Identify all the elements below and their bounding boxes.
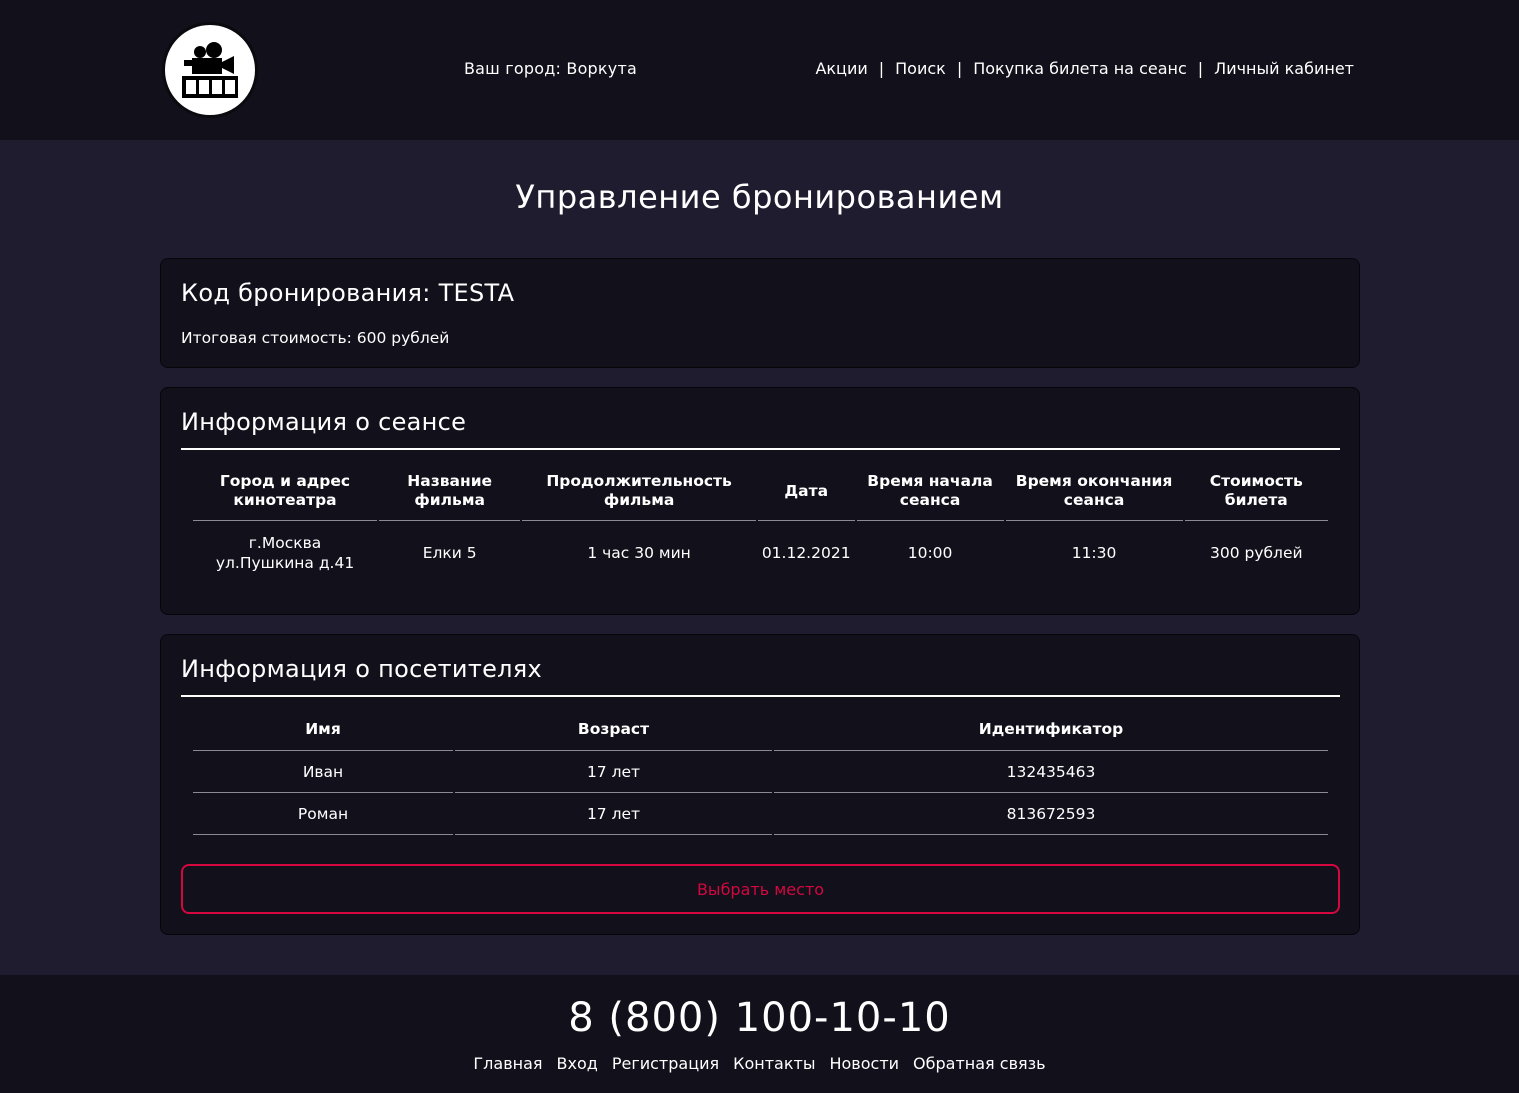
- column-header: Город и адрес кинотеатра: [193, 468, 378, 521]
- footer-nav: Главная Вход Регистрация Контакты Новост…: [0, 1054, 1519, 1073]
- nav-separator: |: [878, 59, 885, 78]
- footer-link-home[interactable]: Главная: [473, 1054, 542, 1073]
- logo-graphic: [182, 42, 238, 98]
- column-header: Имя: [193, 711, 453, 751]
- footer-link-contacts[interactable]: Контакты: [733, 1054, 815, 1073]
- footer-link-feedback[interactable]: Обратная связь: [913, 1054, 1046, 1073]
- table-header-row: Имя Возраст Идентификатор: [193, 711, 1328, 751]
- table-row: Иван 17 лет 132435463: [193, 751, 1328, 793]
- nav-promotions[interactable]: Акции: [815, 59, 867, 78]
- visitor-age: 17 лет: [455, 751, 772, 793]
- section-divider: [181, 695, 1340, 697]
- nav-separator: |: [956, 59, 963, 78]
- table-cell-price: 300 рублей: [1209, 544, 1303, 562]
- visitors-table: Имя Возраст Идентификатор Иван 17 лет 13…: [191, 711, 1330, 835]
- booking-summary-card: Код бронирования: TESTA Итоговая стоимос…: [160, 258, 1360, 368]
- session-info-title: Информация о сеансе: [181, 408, 467, 436]
- visitors-info-card: Информация о посетителях Имя Возраст Иде…: [160, 634, 1360, 935]
- session-table: Город и адрес кинотеатра Название фильма…: [191, 468, 1330, 585]
- nav-separator: |: [1197, 59, 1204, 78]
- column-header: Идентификатор: [774, 711, 1328, 751]
- table-cell-film: Елки 5: [422, 544, 477, 562]
- nav-account[interactable]: Личный кабинет: [1214, 59, 1354, 78]
- column-header: Название фильма: [379, 468, 521, 521]
- footer-link-login[interactable]: Вход: [557, 1054, 598, 1073]
- table-row: г.Москва ул.Пушкина д.41 Елки 5 1 час 30…: [193, 521, 1328, 585]
- column-header: Время окончания сеанса: [1005, 468, 1183, 521]
- column-header: Время начала сеанса: [856, 468, 1004, 521]
- column-header: Продолжительность фильма: [522, 468, 756, 521]
- nav-search[interactable]: Поиск: [895, 59, 946, 78]
- main-nav: Акции | Поиск | Покупка билета на сеанс …: [815, 59, 1354, 78]
- visitors-info-title: Информация о посетителях: [181, 655, 543, 683]
- address-street: ул.Пушкина д.41: [215, 554, 355, 572]
- address-city: г.Москва: [248, 534, 322, 552]
- film-camera-icon[interactable]: [162, 22, 258, 118]
- table-cell-duration: 1 час 30 мин: [587, 544, 691, 562]
- phone-number[interactable]: 8 (800) 100-10-10: [0, 995, 1519, 1041]
- visitor-id: 132435463: [774, 751, 1328, 793]
- nav-buy-ticket[interactable]: Покупка билета на сеанс: [973, 59, 1187, 78]
- site-header: Ваш город: Воркута Акции | Поиск | Покуп…: [0, 0, 1519, 140]
- site-footer: 8 (800) 100-10-10 Главная Вход Регистрац…: [0, 975, 1519, 1093]
- footer-link-news[interactable]: Новости: [829, 1054, 899, 1073]
- section-divider: [181, 448, 1340, 450]
- visitor-age: 17 лет: [455, 793, 772, 835]
- table-cell-address: г.Москва ул.Пушкина д.41: [193, 521, 377, 585]
- visitor-id: 813672593: [774, 793, 1328, 835]
- visitor-name: Роман: [193, 793, 453, 835]
- page-title: Управление бронированием: [515, 178, 1004, 216]
- city-selector[interactable]: Ваш город: Воркута: [464, 59, 637, 78]
- table-row: Роман 17 лет 813672593: [193, 793, 1328, 835]
- choose-seat-button[interactable]: Выбрать место: [181, 864, 1340, 914]
- column-header: Дата: [757, 468, 855, 521]
- visitor-name: Иван: [193, 751, 453, 793]
- footer-link-register[interactable]: Регистрация: [612, 1054, 719, 1073]
- column-header: Возраст: [455, 711, 772, 751]
- column-header: Стоимость билета: [1184, 468, 1328, 521]
- session-info-card: Информация о сеансе Город и адрес киноте…: [160, 387, 1360, 615]
- table-header-row: Город и адрес кинотеатра Название фильма…: [193, 468, 1328, 521]
- total-cost: Итоговая стоимость: 600 рублей: [181, 329, 450, 347]
- table-cell-date: 01.12.2021: [761, 544, 851, 562]
- table-cell-start: 10:00: [907, 544, 953, 562]
- booking-code: Код бронирования: TESTA: [181, 279, 515, 307]
- table-cell-end: 11:30: [1071, 544, 1117, 562]
